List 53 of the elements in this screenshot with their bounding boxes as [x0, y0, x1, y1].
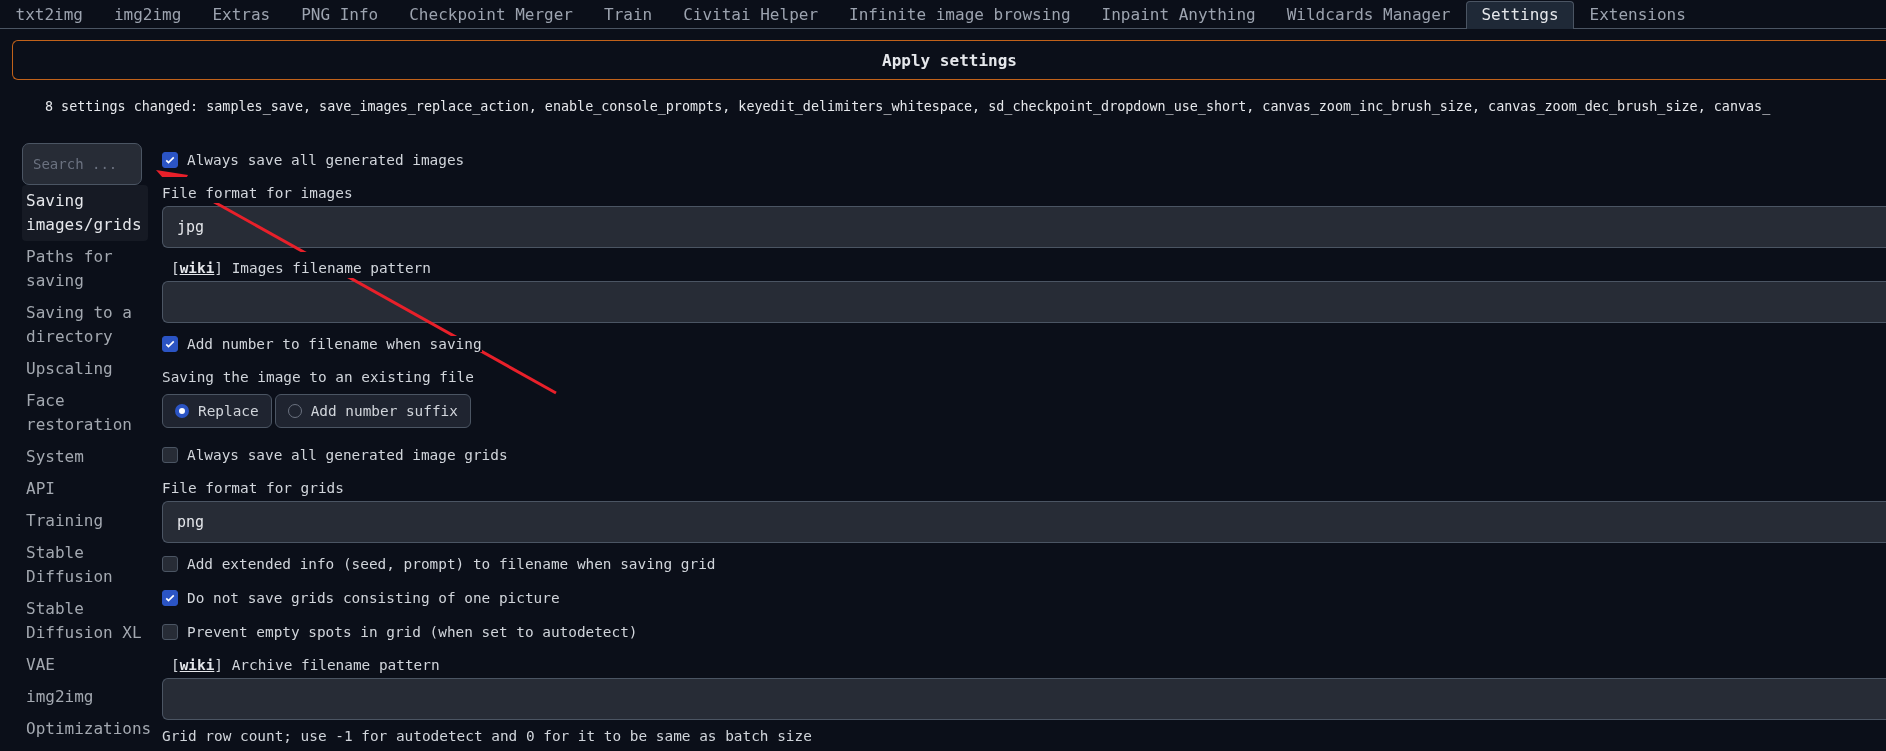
checkbox[interactable]: [162, 336, 178, 352]
tab[interactable]: Civitai Helper: [667, 1, 834, 28]
checkbox[interactable]: [162, 447, 178, 463]
tab[interactable]: Settings: [1466, 1, 1575, 29]
input-field[interactable]: [162, 678, 1886, 720]
sidebar-item[interactable]: Face restoration: [22, 385, 148, 441]
sidebar-item[interactable]: Stable Diffusion XL: [22, 593, 148, 649]
checkbox-label: Do not save grids consisting of one picture: [187, 590, 560, 606]
input-field[interactable]: png: [162, 501, 1886, 543]
check-icon: [164, 154, 176, 166]
sidebar-item[interactable]: Training: [22, 505, 148, 537]
tab[interactable]: Inpaint Anything: [1086, 1, 1272, 28]
checkbox[interactable]: [162, 556, 178, 572]
checkbox-label: Always save all generated images: [187, 152, 465, 168]
sidebar-item[interactable]: Upscaling: [22, 353, 148, 385]
tab[interactable]: txt2img: [0, 1, 99, 28]
checkbox[interactable]: [162, 152, 178, 168]
tab[interactable]: PNG Info: [285, 1, 394, 28]
sidebar-item[interactable]: Optimizations: [22, 713, 148, 745]
tab[interactable]: Infinite image browsing: [833, 1, 1087, 28]
checkbox-label: Add extended info (seed, prompt) to filename when saving grid: [187, 556, 716, 572]
radio-option[interactable]: Replace: [162, 394, 272, 428]
sidebar-item[interactable]: Stable Diffusion: [22, 537, 148, 593]
input-field[interactable]: jpg: [162, 206, 1886, 248]
checkbox-label: Always save all generated image grids: [187, 447, 508, 463]
checkbox-label: Prevent empty spots in grid (when set to autodetect): [187, 624, 638, 640]
changed-settings-notice: 8 settings changed: samples_save, save_images_replace_action, enable_console_prompts, keyedit_delimiters_whitespace, sd_checkpoint_dropdown_use_short, canvas_zoom_inc_brush_size, canvas_zoom_dec_brush_size, canvas_: [44, 98, 1772, 114]
tab[interactable]: Checkpoint Merger: [393, 1, 589, 28]
checkbox-label: Add number to filename when saving: [187, 336, 482, 352]
wiki-link[interactable]: wiki: [179, 260, 215, 276]
tab[interactable]: Extensions: [1574, 1, 1702, 28]
sidebar-item[interactable]: Saving images/grids: [22, 185, 148, 241]
sidebar-item[interactable]: Saving to a directory: [22, 297, 148, 353]
radio-button[interactable]: [175, 404, 189, 418]
tab[interactable]: Train: [588, 1, 668, 28]
tab[interactable]: img2img: [98, 1, 197, 28]
apply-settings-button[interactable]: Apply settings: [12, 40, 1886, 80]
sidebar-item[interactable]: VAE: [22, 649, 148, 681]
checkbox[interactable]: [162, 590, 178, 606]
input-field[interactable]: [162, 281, 1886, 323]
wiki-link[interactable]: wiki: [179, 657, 215, 673]
sidebar-item[interactable]: System: [22, 441, 148, 473]
search-field[interactable]: Search ...: [22, 143, 142, 185]
check-icon: [164, 592, 176, 604]
tab[interactable]: Extras: [196, 1, 286, 28]
check-icon: [164, 338, 176, 350]
tab[interactable]: Wildcards Manager: [1271, 1, 1466, 28]
radio-option[interactable]: Add number suffix: [274, 394, 471, 428]
sidebar-item[interactable]: img2img: [22, 681, 148, 713]
checkbox[interactable]: [162, 624, 178, 640]
sidebar-item[interactable]: Paths for saving: [22, 241, 148, 297]
sidebar-item[interactable]: API: [22, 473, 148, 505]
field-label: File format for images: [162, 177, 353, 203]
